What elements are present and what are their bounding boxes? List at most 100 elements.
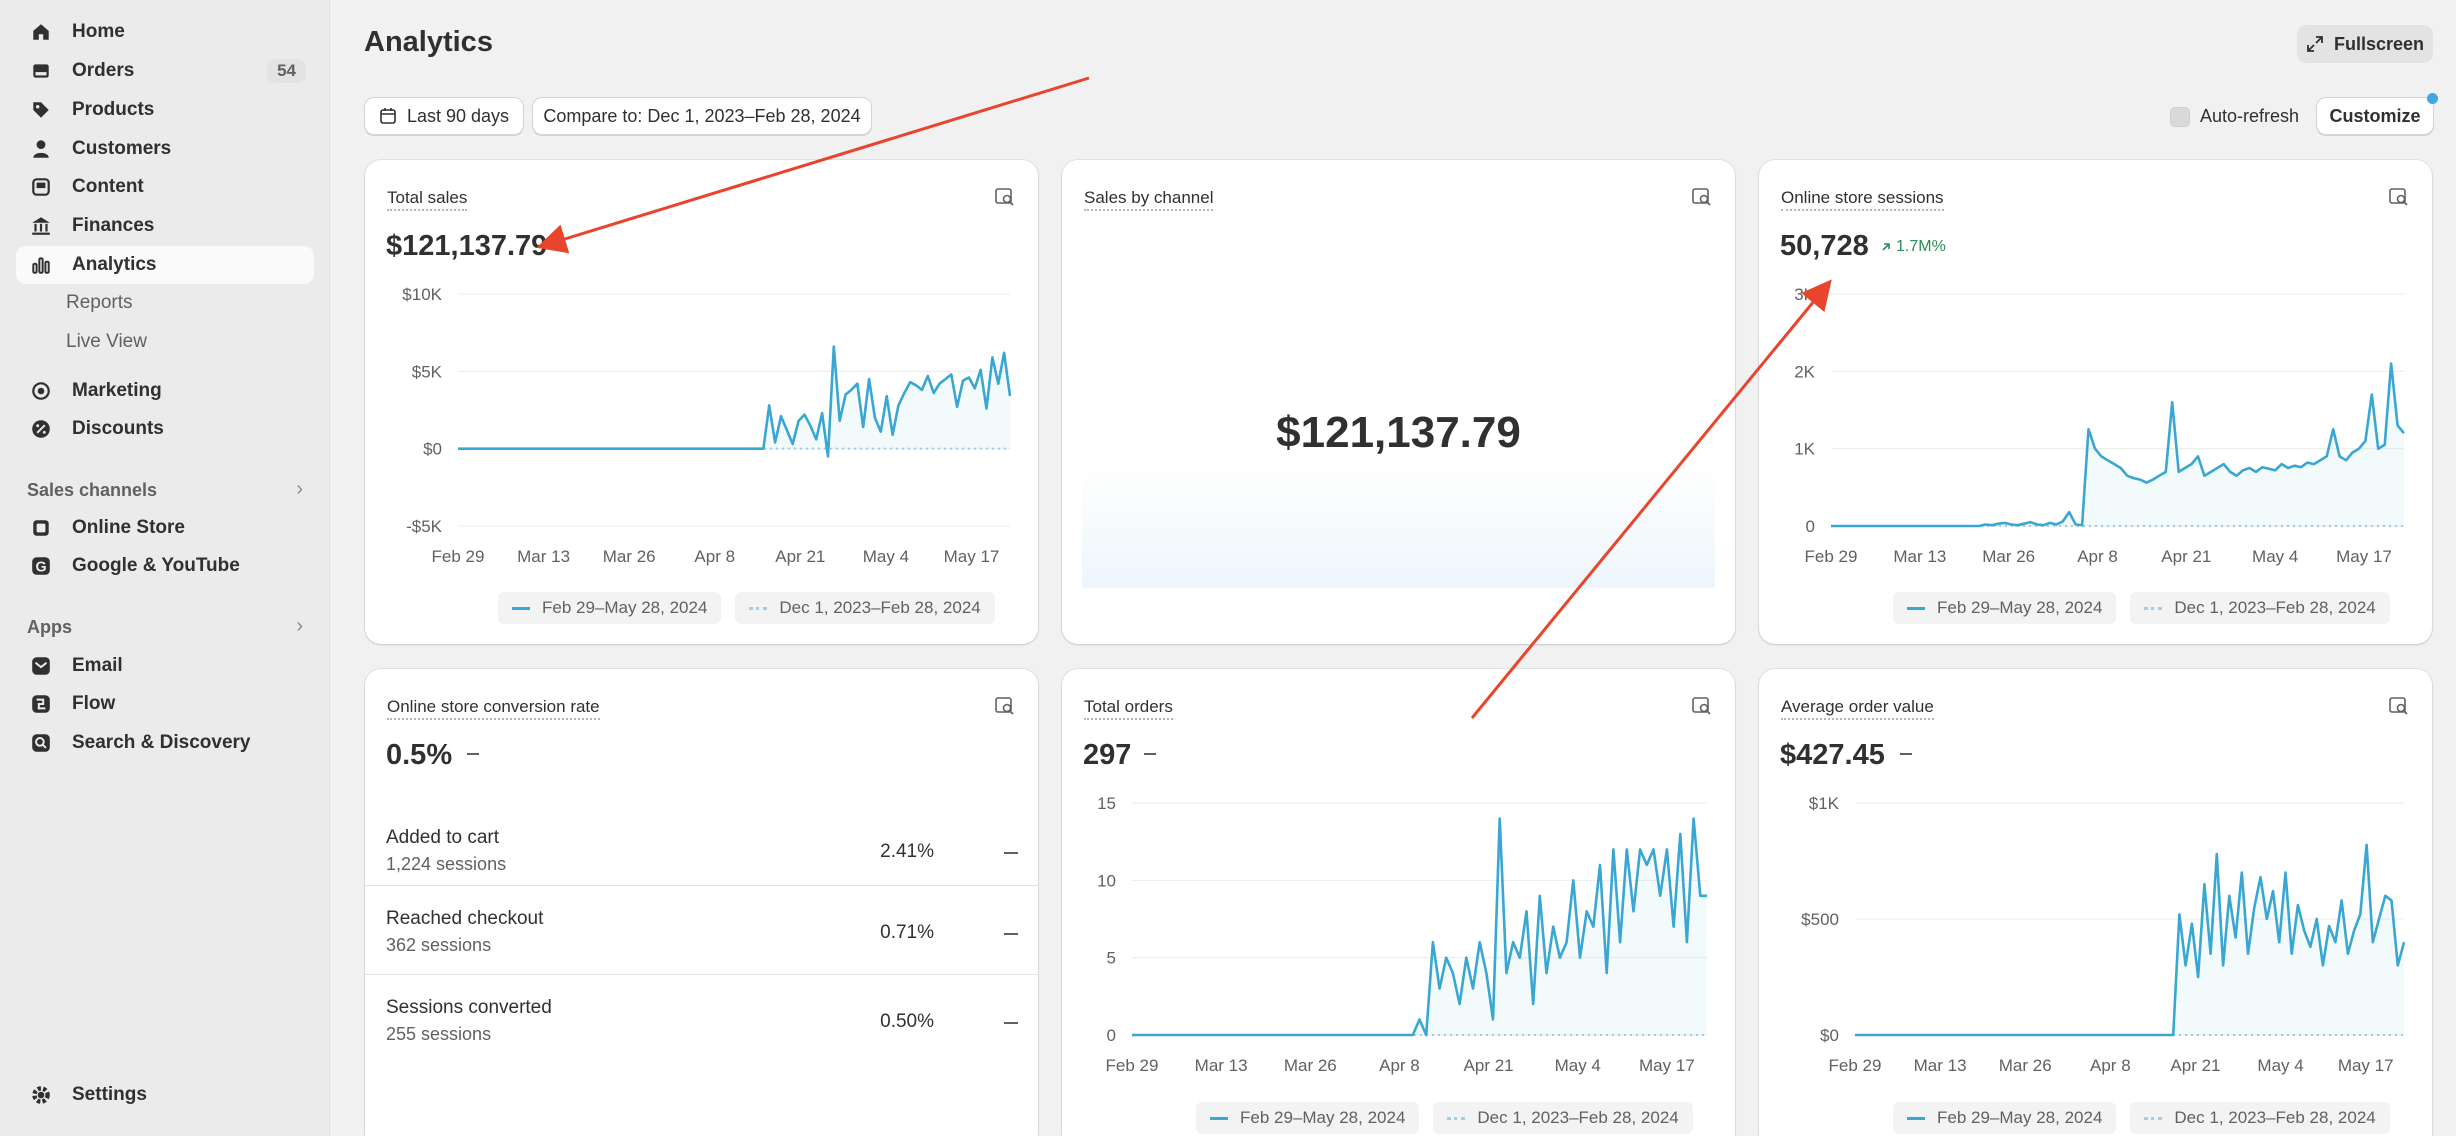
y-tick-label: 1K	[1794, 440, 1815, 459]
nav-email[interactable]: Email	[16, 647, 314, 685]
conversion-row: Sessions converted 255 sessions 0.50%	[365, 974, 1038, 1063]
x-tick-label: May 4	[2252, 547, 2298, 566]
legend-previous[interactable]: Dec 1, 2023–Feb 28, 2024	[2130, 592, 2390, 624]
card-online-store-sessions: Online store sessions 50,728 1.7M% 3K 2K 1…	[1759, 160, 2432, 644]
nav-customers[interactable]: Customers	[16, 130, 314, 168]
nav-home[interactable]: Home	[16, 13, 314, 51]
nav-search-discovery[interactable]: Search & Discovery	[16, 724, 314, 762]
x-tick-label: Apr 21	[1464, 1056, 1514, 1075]
card-title[interactable]: Sales by channel	[1084, 188, 1214, 211]
orders-icon	[30, 60, 52, 82]
date-range-button[interactable]: Last 90 days	[364, 97, 524, 135]
card-title[interactable]: Online store conversion rate	[387, 697, 600, 720]
nav-discounts[interactable]: Discounts	[16, 410, 314, 448]
x-tick-label: Mar 13	[1195, 1056, 1248, 1075]
auto-refresh-toggle[interactable]: Auto-refresh	[2170, 106, 2299, 127]
sidebar: Home Orders 54 Products Customers Conten…	[0, 0, 330, 1136]
x-tick-label: May 4	[863, 547, 909, 566]
google-icon: G	[30, 555, 52, 577]
card-sales-by-channel: Sales by channel $121,137.79	[1062, 160, 1735, 644]
x-tick-label: Mar 26	[603, 547, 656, 566]
card-total-sales: Total sales $121,137.79 $10K $5K $0 -$5K Feb…	[365, 160, 1038, 644]
nav-label: Google & YouTube	[72, 555, 240, 576]
customize-button[interactable]: Customize	[2316, 97, 2434, 135]
svg-text:G: G	[35, 560, 46, 576]
nav-finances[interactable]: Finances	[16, 207, 314, 245]
sales-channels-heading[interactable]: Sales channels	[27, 480, 157, 501]
nav-analytics[interactable]: Analytics	[16, 246, 314, 284]
chevron-right-icon[interactable]: ›	[296, 478, 303, 501]
auto-refresh-label: Auto-refresh	[2200, 106, 2300, 126]
legend-current[interactable]: Feb 29–May 28, 2024	[1893, 592, 2117, 624]
orders-count-badge: 54	[267, 59, 306, 83]
nav-flow[interactable]: Flow	[16, 685, 314, 723]
series-area	[458, 346, 1010, 457]
nav-content[interactable]: Content	[16, 168, 314, 206]
page-title: Analytics	[364, 26, 493, 58]
x-tick-label: Apr 8	[2090, 1056, 2131, 1075]
nav-label: Online Store	[72, 517, 185, 538]
bank-icon	[30, 215, 52, 237]
no-change-dash	[1004, 1022, 1018, 1024]
chart-legend: Feb 29–May 28, 2024 Dec 1, 2023–Feb 28, …	[1893, 592, 2390, 624]
y-tick-label: 0	[1107, 1026, 1116, 1045]
compare-button[interactable]: Compare to: Dec 1, 2023–Feb 28, 2024	[532, 97, 872, 135]
nav-google-youtube[interactable]: G Google & YouTube	[16, 547, 314, 585]
row-sessions: 1,224 sessions	[386, 854, 507, 874]
card-conversion-rate: Online store conversion rate 0.5% Added …	[365, 669, 1038, 1136]
x-tick-label: Apr 8	[1379, 1056, 1420, 1075]
legend-previous[interactable]: Dec 1, 2023–Feb 28, 2024	[1433, 1102, 1693, 1134]
x-tick-label: May 17	[1639, 1056, 1695, 1075]
y-tick-label: $5K	[412, 362, 443, 381]
explore-data-icon[interactable]	[994, 695, 1016, 717]
nav-label: Content	[72, 176, 144, 197]
nav-label: Discounts	[72, 418, 164, 439]
legend-current[interactable]: Feb 29–May 28, 2024	[1893, 1102, 2117, 1134]
nav-online-store[interactable]: Online Store	[16, 509, 314, 547]
nav-marketing[interactable]: Marketing	[16, 372, 314, 410]
y-tick-label: $500	[1801, 910, 1839, 929]
nav-label: Products	[72, 99, 155, 120]
x-tick-label: Mar 26	[1284, 1056, 1337, 1075]
date-range-label: Last 90 days	[406, 105, 510, 126]
auto-refresh-checkbox[interactable]	[2170, 106, 2190, 127]
apps-heading[interactable]: Apps	[27, 617, 72, 638]
legend-current[interactable]: Feb 29–May 28, 2024	[1196, 1102, 1420, 1134]
bar-chart-icon	[30, 254, 52, 276]
nav-settings[interactable]: Settings	[16, 1076, 314, 1114]
chart-legend: Feb 29–May 28, 2024 Dec 1, 2023–Feb 28, …	[498, 592, 995, 624]
x-tick-label: May 17	[944, 547, 1000, 566]
nav-orders[interactable]: Orders 54	[16, 52, 314, 90]
series-area	[1855, 844, 2404, 1035]
legend-previous[interactable]: Dec 1, 2023–Feb 28, 2024	[2130, 1102, 2390, 1134]
nav-label: Search & Discovery	[72, 732, 251, 753]
legend-current[interactable]: Feb 29–May 28, 2024	[498, 592, 722, 624]
x-tick-label: Apr 8	[694, 547, 735, 566]
explore-data-icon[interactable]	[1691, 186, 1713, 208]
legend-previous[interactable]: Dec 1, 2023–Feb 28, 2024	[735, 592, 995, 624]
y-tick-label: 10	[1097, 871, 1116, 890]
nav-products[interactable]: Products	[16, 91, 314, 129]
y-tick-label: 0	[1806, 517, 1815, 536]
x-tick-label: Apr 21	[2161, 547, 2211, 566]
total-sales-chart: $10K $5K $0 -$5K Feb 29 Mar 13 Mar 26 Apr 8 Apr …	[402, 285, 1012, 566]
x-tick-label: Mar 13	[1914, 1056, 1967, 1075]
y-tick-label: $0	[1820, 1026, 1839, 1045]
x-tick-label: Feb 29	[432, 547, 485, 566]
y-tick-label: 5	[1107, 949, 1116, 968]
x-tick-label: May 4	[1555, 1056, 1601, 1075]
total-orders-chart: 15 10 5 0 Feb 29 Mar 13 Mar 26 Apr 8 Apr 21 May 4…	[1097, 794, 1707, 1075]
fullscreen-button[interactable]: Fullscreen	[2297, 25, 2433, 63]
card-total-orders: Total orders 297 15 10 5 0 Feb 29 Mar 13 Mar 2…	[1062, 669, 1735, 1136]
x-tick-label: Mar 26	[1999, 1056, 2052, 1075]
email-icon	[30, 655, 52, 677]
chevron-right-icon[interactable]: ›	[296, 615, 303, 638]
discount-icon	[30, 418, 52, 440]
row-label: Reached checkout	[386, 908, 544, 929]
no-change-dash	[1004, 933, 1018, 935]
chart-legend: Feb 29–May 28, 2024 Dec 1, 2023–Feb 28, …	[1196, 1102, 1693, 1134]
nav-reports[interactable]: Reports	[66, 292, 133, 314]
nav-label: Flow	[72, 693, 116, 714]
y-tick-label: $1K	[1809, 794, 1840, 813]
nav-live-view[interactable]: Live View	[66, 331, 147, 353]
